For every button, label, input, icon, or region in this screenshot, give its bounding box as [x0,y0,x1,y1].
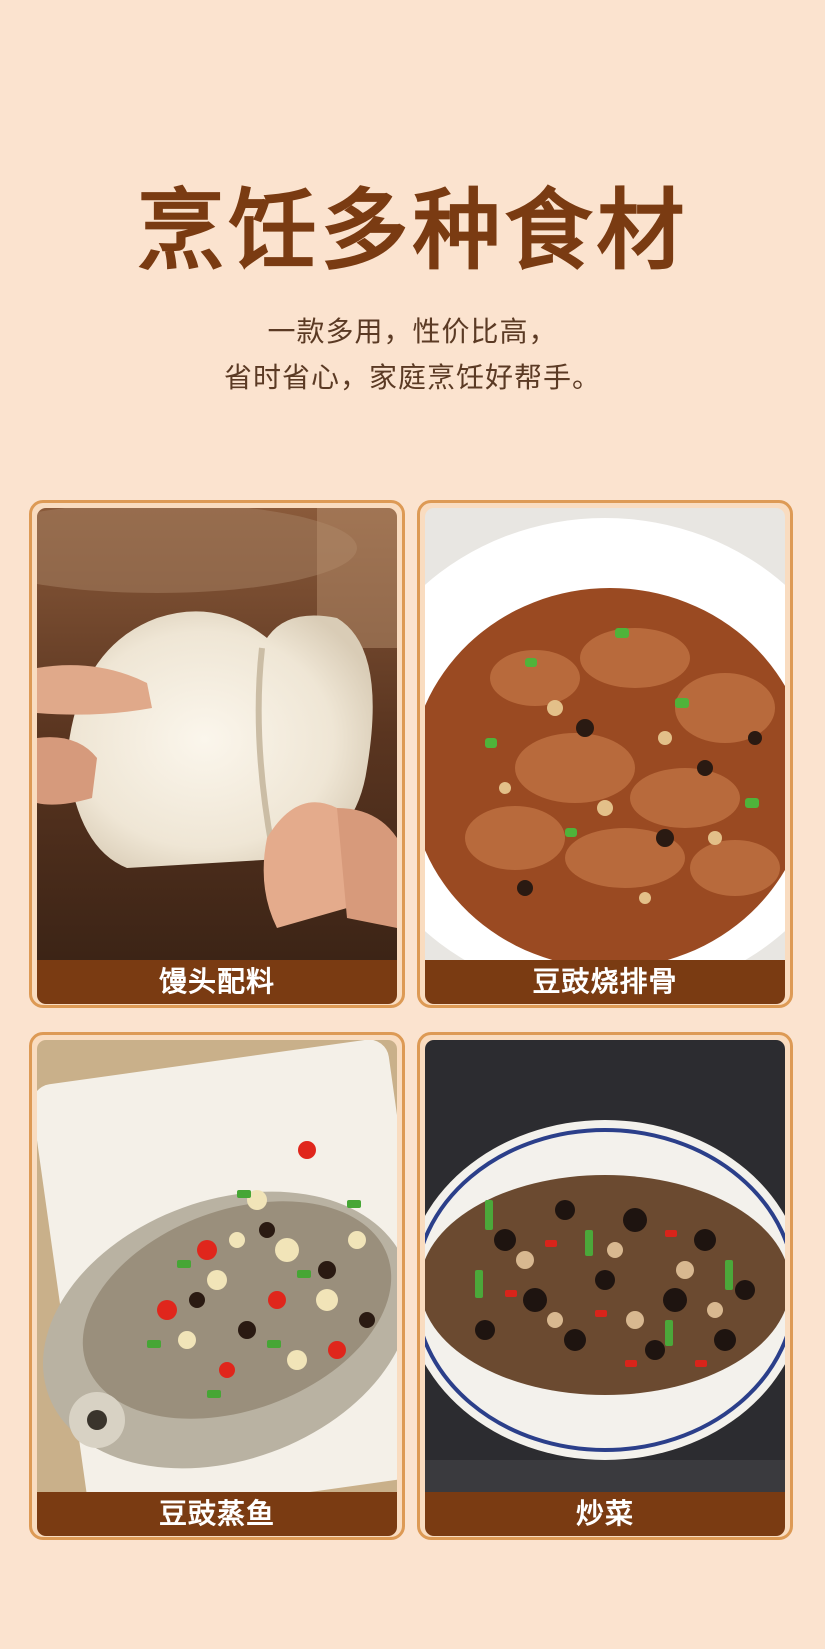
subtitle-line-1: 一款多用，性价比高， [267,315,558,348]
dish-label: 豆豉蒸鱼 [37,1492,397,1536]
stir-fry-photo [425,1040,785,1492]
dish-card-steamed-bun[interactable]: 馒头配料 [29,500,405,1008]
page-title: 烹饪多种食材 [136,178,689,282]
dish-label: 炒菜 [425,1492,785,1536]
dish-label: 馒头配料 [37,960,397,1004]
dish-label: 豆豉烧排骨 [425,960,785,1004]
subtitle-line-2: 省时省心，家庭烹饪好帮手。 [223,361,601,394]
dish-card-steamed-fish[interactable]: 豆豉蒸鱼 [29,1032,405,1540]
steamed-fish-photo [37,1040,397,1492]
steamed-bun-photo [37,508,397,960]
dish-card-stir-fry[interactable]: 炒菜 [417,1032,793,1540]
dish-card-braised-ribs[interactable]: 豆豉烧排骨 [417,500,793,1008]
braised-ribs-photo [425,508,785,960]
